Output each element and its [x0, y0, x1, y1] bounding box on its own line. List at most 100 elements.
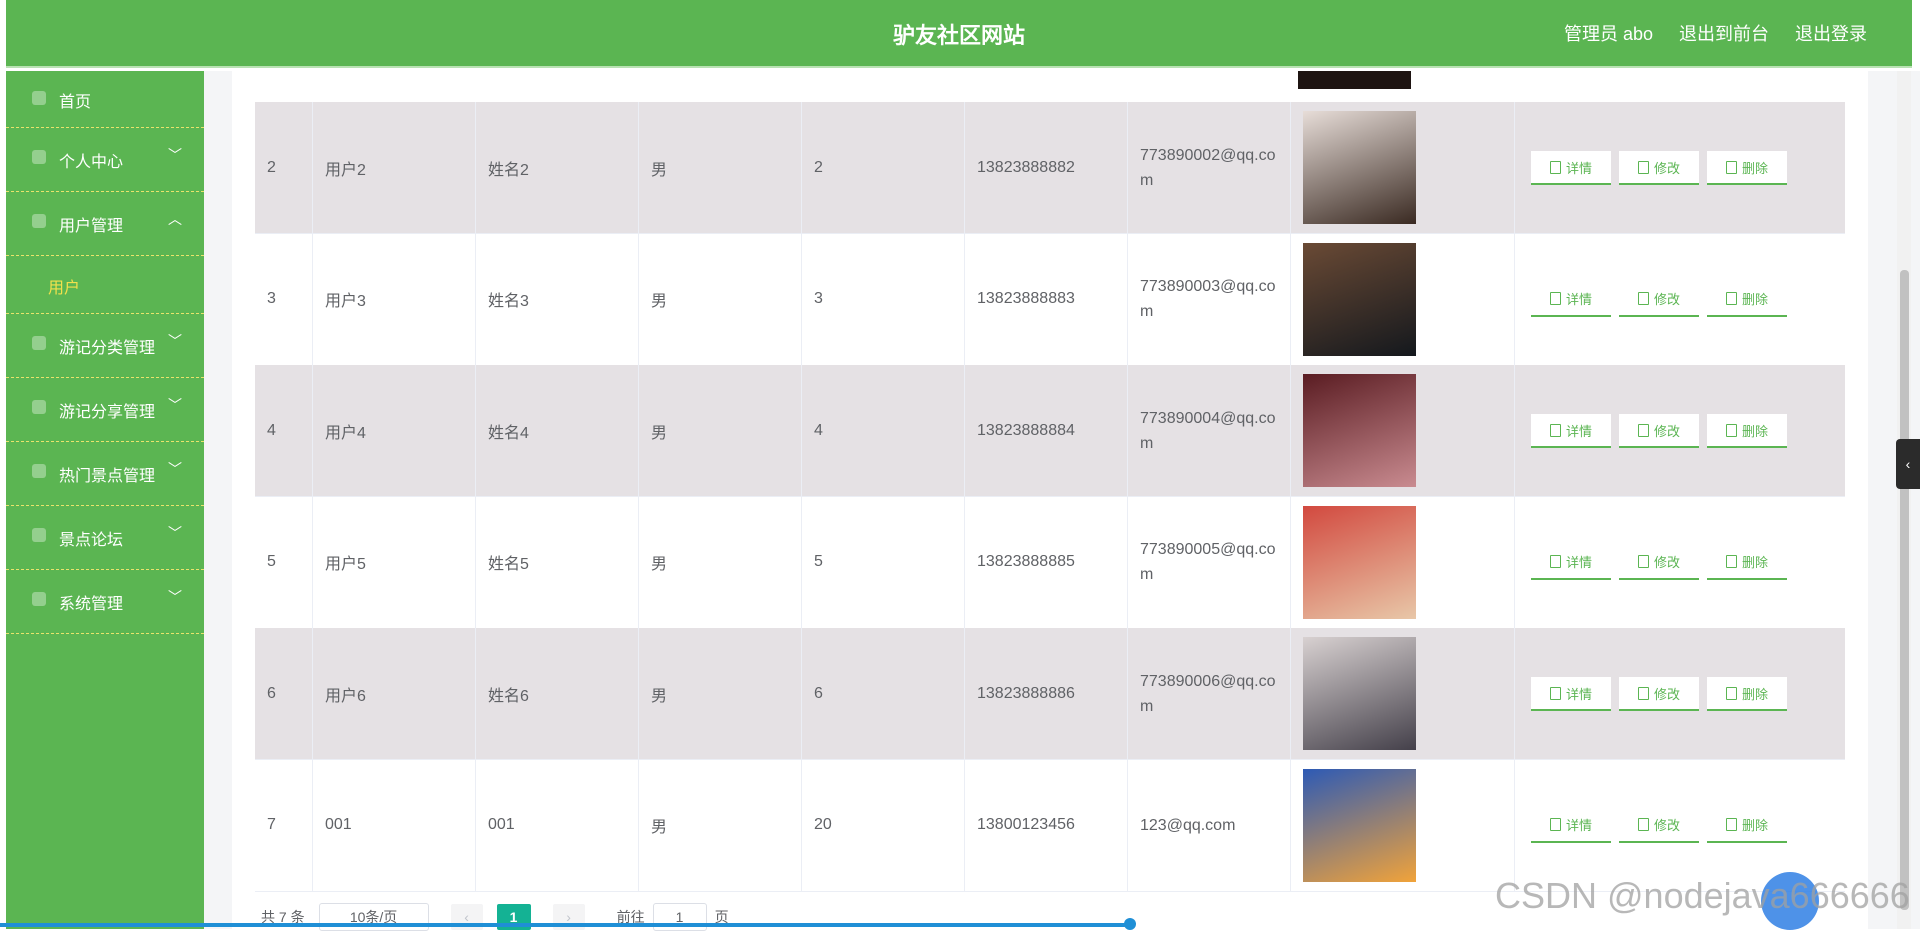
settings-icon — [32, 592, 46, 606]
users-icon — [32, 214, 46, 228]
name-cell-text: 姓名2 — [488, 161, 529, 179]
edit-button-label: 修改 — [1653, 423, 1680, 439]
avatar[interactable] — [1303, 637, 1416, 750]
row-index: 2 — [255, 102, 313, 233]
sidebar-item-label: 首页 — [59, 94, 92, 111]
collapse-panel-tab[interactable]: ‹ — [1896, 439, 1920, 489]
actions-cell: 详情 修改 删除 — [1515, 102, 1845, 233]
detail-button[interactable]: 详情 — [1531, 545, 1611, 580]
watermark: CSDN @nodejava666666 — [1495, 875, 1910, 916]
delete-button[interactable]: 删除 — [1707, 808, 1787, 843]
back-to-frontend-link[interactable]: 退出到前台 — [1679, 20, 1769, 46]
delete-button[interactable]: 删除 — [1707, 282, 1787, 317]
email-cell: 773890006@qq.com — [1128, 628, 1291, 759]
delete-button-label: 删除 — [1741, 686, 1768, 702]
logout-link[interactable]: 退出登录 — [1795, 20, 1867, 46]
delete-button[interactable]: 删除 — [1707, 414, 1787, 448]
row-index: 4 — [255, 365, 313, 496]
table-row: 5 用户5 姓名5 男 5 13823888885 773890005@qq.com 详情 修改… — [255, 496, 1845, 629]
sidebar-item-label: 用户管理 — [59, 218, 124, 235]
chevron-down-icon: ﹀ — [168, 397, 182, 413]
avatar[interactable] — [1303, 111, 1416, 224]
name-cell: 姓名5 — [476, 496, 639, 628]
sidebar-item-personal-center[interactable]: 个人中心 ﹀ — [6, 128, 204, 192]
phone-cell: 13823888883 — [965, 233, 1128, 365]
pencil-icon — [1637, 292, 1649, 305]
delete-button-label: 删除 — [1741, 818, 1768, 833]
admin-user-link[interactable]: 管理员 abo — [1564, 20, 1653, 46]
sidebar-item-label: 热门景点管理 — [59, 468, 156, 485]
email-cell: 773890004@qq.com — [1128, 365, 1291, 496]
phone-cell-text: 13823888882 — [977, 158, 1075, 176]
email-cell-text: 773890004@qq.com — [1140, 409, 1276, 452]
delete-button-label: 删除 — [1741, 555, 1768, 570]
sidebar-item-user-management[interactable]: 用户管理 ︿ — [6, 192, 204, 256]
detail-button[interactable]: 详情 — [1531, 808, 1611, 843]
photo-cell — [1291, 759, 1515, 891]
detail-button[interactable]: 详情 — [1531, 151, 1611, 185]
edit-button-label: 修改 — [1653, 555, 1680, 570]
gender-cell-text: 男 — [651, 819, 668, 836]
avatar[interactable] — [1303, 374, 1416, 487]
detail-button-label: 详情 — [1565, 423, 1592, 439]
edit-button[interactable]: 修改 — [1619, 282, 1699, 317]
phone-cell-text: 13823888886 — [977, 684, 1075, 702]
scrollbar-thumb[interactable] — [1900, 270, 1909, 910]
actions-cell: 详情 修改 删除 — [1515, 628, 1845, 759]
edit-button[interactable]: 修改 — [1619, 414, 1699, 448]
phone-cell: 13823888886 — [965, 628, 1128, 759]
detail-button[interactable]: 详情 — [1531, 414, 1611, 448]
detail-button-label: 详情 — [1565, 555, 1592, 570]
edit-button[interactable]: 修改 — [1619, 808, 1699, 843]
email-cell-text: 123@qq.com — [1140, 816, 1236, 834]
phone-cell-text: 13823888883 — [977, 290, 1075, 307]
delete-button[interactable]: 删除 — [1707, 677, 1787, 711]
row-index-text: 6 — [267, 684, 276, 702]
age-cell: 4 — [802, 365, 965, 496]
avatar[interactable] — [1303, 768, 1416, 882]
email-cell-text: 773890002@qq.com — [1140, 146, 1276, 189]
username-cell-text: 001 — [325, 816, 352, 833]
sidebar-item-home[interactable]: 首页 — [6, 71, 204, 128]
edit-button[interactable]: 修改 — [1619, 151, 1699, 185]
username-cell: 用户6 — [313, 628, 476, 759]
row-index-text: 4 — [267, 421, 276, 439]
edit-button[interactable]: 修改 — [1619, 677, 1699, 711]
trash-icon — [1725, 555, 1737, 568]
chevron-left-icon: ‹ — [1905, 456, 1911, 472]
chevron-up-icon: ︿ — [168, 211, 182, 227]
sidebar-item-travel-category[interactable]: 游记分类管理 ﹀ — [6, 314, 204, 378]
name-cell: 姓名6 — [476, 628, 639, 759]
sidebar-item-forum[interactable]: 景点论坛 ﹀ — [6, 506, 204, 570]
progress-handle[interactable] — [1124, 918, 1136, 930]
delete-button[interactable]: 删除 — [1707, 545, 1787, 580]
sidebar-subitem-users[interactable]: 用户 — [6, 256, 204, 314]
share-icon — [32, 400, 46, 414]
avatar[interactable] — [1303, 505, 1416, 619]
trash-icon — [1725, 423, 1737, 437]
detail-button[interactable]: 详情 — [1531, 677, 1611, 711]
gender-cell: 男 — [639, 365, 802, 496]
sidebar-item-hot-spots[interactable]: 热门景点管理 ﹀ — [6, 442, 204, 506]
delete-button[interactable]: 删除 — [1707, 151, 1787, 185]
table-row: 6 用户6 姓名6 男 6 13823888886 773890006@qq.com 详情 修改… — [255, 628, 1845, 760]
sidebar-item-system[interactable]: 系统管理 ﹀ — [6, 570, 204, 634]
sidebar-item-travel-share[interactable]: 游记分享管理 ﹀ — [6, 378, 204, 442]
photo-cell — [1291, 628, 1515, 759]
age-cell: 20 — [802, 759, 965, 891]
phone-cell-text: 13823888885 — [977, 553, 1075, 570]
pencil-icon — [1637, 555, 1649, 568]
document-icon — [1549, 160, 1561, 174]
edit-button-label: 修改 — [1653, 818, 1680, 833]
detail-button[interactable]: 详情 — [1531, 282, 1611, 317]
edit-button-label: 修改 — [1653, 160, 1680, 176]
age-cell-text: 5 — [814, 553, 823, 570]
avatar[interactable] — [1303, 242, 1416, 356]
edit-button[interactable]: 修改 — [1619, 545, 1699, 580]
row-index: 5 — [255, 496, 313, 628]
gender-cell-text: 男 — [651, 161, 668, 179]
age-cell: 5 — [802, 496, 965, 628]
document-icon — [1549, 818, 1561, 831]
email-cell-text: 773890005@qq.com — [1140, 541, 1276, 583]
photo-cell — [1291, 102, 1515, 233]
